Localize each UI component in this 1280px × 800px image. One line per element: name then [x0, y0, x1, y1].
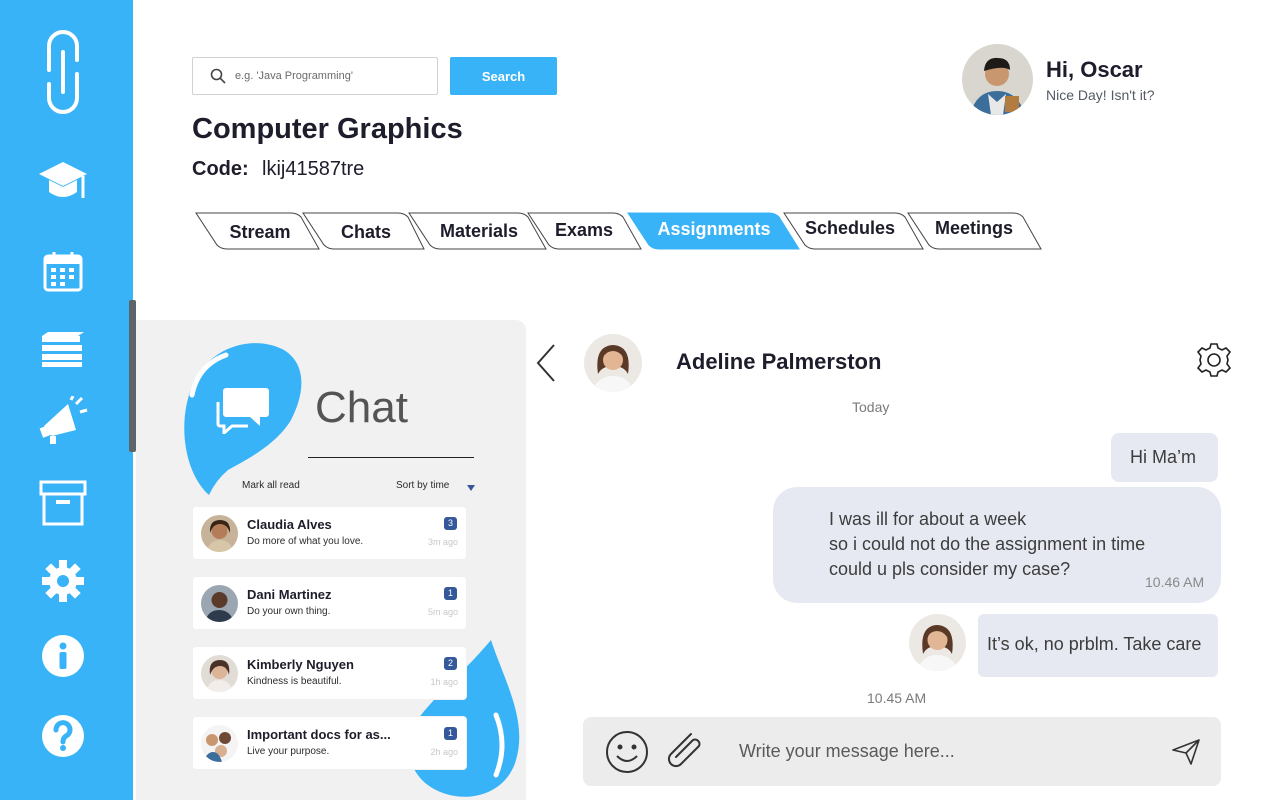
megaphone-icon[interactable]	[0, 396, 125, 446]
gear-icon[interactable]	[0, 560, 125, 602]
contact-item[interactable]: Kimberly Nguyen Kindness is beautiful. 2…	[193, 647, 466, 699]
received-message: It’s ok, no prblm. Take care	[978, 614, 1218, 677]
search-icon	[210, 68, 226, 84]
settings-gear-icon[interactable]	[1195, 341, 1233, 384]
contact-preview: Kindness is beautiful.	[247, 676, 342, 687]
page-title: Computer Graphics	[192, 113, 463, 145]
emoji-icon[interactable]	[605, 730, 649, 779]
message-line: so i could not do the assignment in time	[829, 534, 1146, 554]
tab-meetings[interactable]: Meetings	[905, 211, 1043, 251]
contact-time: 1h ago	[430, 677, 458, 687]
chevron-left-icon[interactable]	[535, 343, 557, 388]
sent-message: Hi Ma’m	[1111, 433, 1218, 482]
help-icon[interactable]	[0, 714, 125, 758]
message-time: 10.45 AM	[867, 690, 927, 706]
contact-avatar	[201, 515, 238, 552]
contact-preview: Live your purpose.	[247, 746, 330, 757]
sidebar-scrollbar[interactable]	[129, 300, 136, 452]
contact-item[interactable]: Important docs for as... Live your purpo…	[193, 717, 466, 769]
sidebar	[0, 0, 133, 800]
info-icon[interactable]	[0, 634, 125, 678]
message-time: 10.46 AM	[1145, 574, 1205, 590]
contact-time: 5m ago	[427, 607, 458, 617]
contact-time: 2h ago	[430, 747, 458, 757]
calendar-icon[interactable]	[0, 250, 125, 292]
greeting-title: Hi, Oscar	[1046, 57, 1143, 82]
search-input[interactable]	[235, 70, 425, 82]
message-text: Hi Ma’m	[1130, 447, 1196, 467]
chevron-down-icon[interactable]	[467, 485, 475, 491]
message-text: It’s ok, no prblm. Take care	[987, 634, 1202, 654]
chat-bubbles-icon	[216, 388, 269, 434]
graduation-cap-icon[interactable]	[0, 160, 125, 202]
reply-avatar	[909, 614, 966, 671]
link-logo-icon[interactable]	[0, 30, 125, 114]
sort-dropdown[interactable]: Sort by time	[396, 480, 449, 491]
contact-name: Dani Martinez	[247, 587, 332, 602]
archive-box-icon[interactable]	[0, 480, 125, 526]
unread-badge: 3	[444, 517, 457, 530]
contact-time: 3m ago	[427, 537, 458, 547]
unread-badge: 1	[444, 587, 457, 600]
course-code-value: lkij41587tre	[262, 158, 365, 180]
chat-heading-underline	[308, 457, 474, 458]
message-line: I was ill for about a week	[829, 509, 1027, 529]
contact-preview: Do your own thing.	[247, 606, 331, 617]
tab-assignments[interactable]: Assignments	[625, 211, 801, 251]
tab-schedules[interactable]: Schedules	[781, 211, 925, 251]
day-separator: Today	[852, 399, 890, 415]
message-input[interactable]	[739, 737, 1139, 765]
search-button[interactable]: Search	[450, 57, 557, 95]
contact-name: Kimberly Nguyen	[247, 657, 354, 672]
contact-item[interactable]: Dani Martinez Do your own thing. 1 5m ag…	[193, 577, 466, 629]
group-avatar	[201, 725, 238, 762]
unread-badge: 2	[444, 657, 457, 670]
contact-item[interactable]: Claudia Alves Do more of what you love. …	[193, 507, 466, 559]
greeting-subtitle: Nice Day! Isn't it?	[1046, 87, 1155, 103]
sent-message: I was ill for about a week so i could no…	[773, 487, 1221, 603]
chat-heading: Chat	[315, 383, 408, 432]
user-avatar[interactable]	[962, 44, 1033, 115]
stack-layers-icon[interactable]	[0, 330, 125, 368]
paperclip-icon[interactable]	[661, 728, 707, 779]
conversation-avatar[interactable]	[584, 334, 642, 392]
contact-avatar	[201, 585, 238, 622]
send-icon[interactable]	[1171, 738, 1201, 771]
search-box	[192, 57, 438, 95]
contact-avatar	[201, 655, 238, 692]
mark-all-read-link[interactable]: Mark all read	[242, 480, 300, 491]
contact-name: Claudia Alves	[247, 517, 332, 532]
contact-preview: Do more of what you love.	[247, 536, 364, 547]
message-composer	[583, 717, 1221, 786]
course-code-label: Code:	[192, 158, 249, 180]
contact-name: Important docs for as...	[247, 727, 391, 742]
conversation-name: Adeline Palmerston	[676, 349, 882, 374]
unread-badge: 1	[444, 727, 457, 740]
